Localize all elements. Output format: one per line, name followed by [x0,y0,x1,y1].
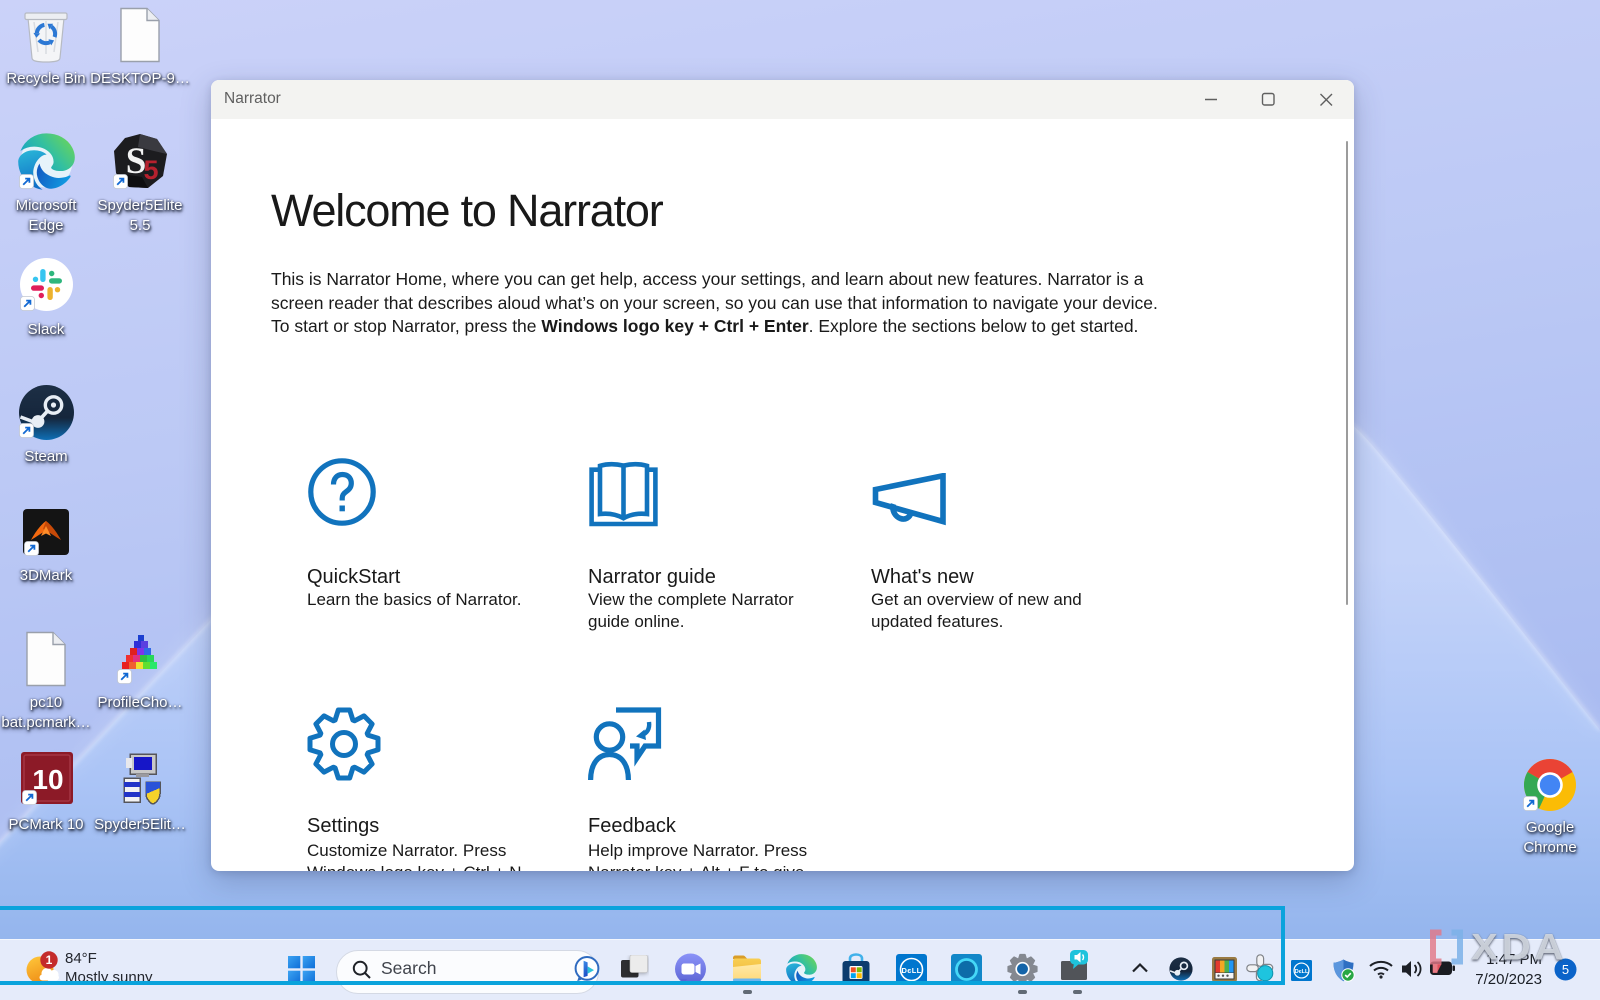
svg-text:5: 5 [143,155,158,185]
svg-text:10: 10 [32,764,63,795]
svg-text:DєLL: DєLL [1295,969,1309,975]
